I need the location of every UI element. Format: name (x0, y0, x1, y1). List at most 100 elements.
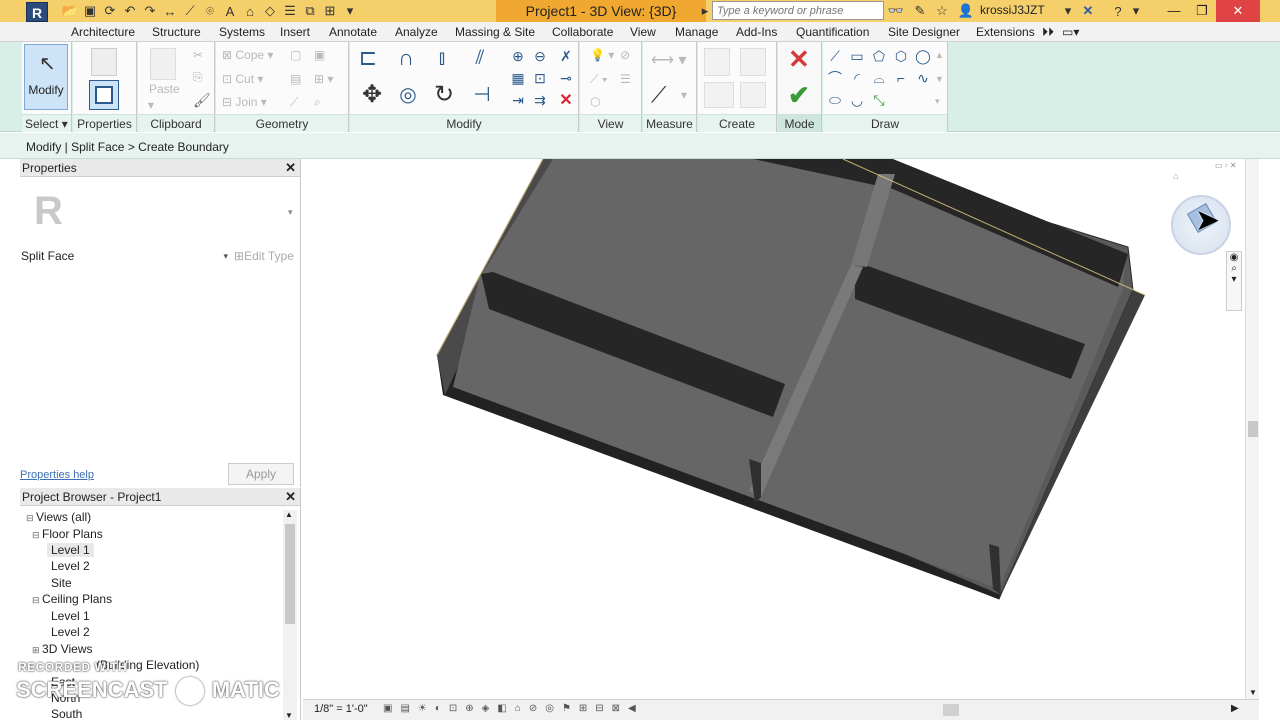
draw-expand-icon[interactable]: ▾ (935, 96, 940, 107)
apply-button[interactable]: Apply (228, 463, 294, 485)
pin-icon[interactable]: ⊸ (556, 68, 576, 88)
tag-icon[interactable]: ⌾ (202, 3, 218, 19)
customize-qa-icon[interactable]: ▾ (342, 3, 358, 19)
help-icon[interactable]: ? (1110, 3, 1126, 19)
3d-model-canvas[interactable] (303, 159, 1245, 699)
open-icon[interactable]: 📂 (62, 3, 78, 19)
switch-windows-icon[interactable]: ⊞ (322, 3, 338, 19)
create-parts-icon[interactable] (704, 82, 734, 108)
offset-icon[interactable]: ∩ (396, 45, 416, 70)
tab-massing-site[interactable]: Massing & Site (455, 25, 535, 39)
tree-floor-plans[interactable]: ⊟ Floor Plans (32, 527, 103, 541)
type-properties-icon[interactable] (91, 48, 117, 76)
tree-ceiling-level-1[interactable]: Level 1 (51, 609, 90, 623)
tree-ceiling-level-2[interactable]: Level 2 (51, 625, 90, 639)
copy-element-icon[interactable]: ◎ (398, 84, 418, 106)
paste-icon[interactable] (150, 48, 176, 80)
properties-icon[interactable] (89, 80, 119, 110)
horizontal-scroll-thumb[interactable] (943, 704, 959, 716)
expand-arrow-icon[interactable]: ▸ (697, 3, 713, 19)
close-button[interactable]: ✕ (1216, 0, 1260, 22)
properties-help-link[interactable]: Properties help (20, 469, 94, 481)
paint-icon[interactable]: ▣ (314, 48, 325, 62)
hide-icon[interactable]: 💡 ▾ (590, 48, 614, 62)
array-icon[interactable]: ▦ (508, 68, 528, 88)
circumscribed-polygon-icon[interactable]: ⬡ (891, 46, 911, 66)
subscription-icon[interactable]: ✎ (912, 3, 928, 19)
tab-analyze[interactable]: Analyze (395, 25, 438, 39)
select-dropdown[interactable]: Select ▾ (22, 114, 71, 132)
text-icon[interactable]: A (222, 3, 238, 19)
more-tabs-icon[interactable]: ⏵⏵ (1042, 25, 1054, 40)
browser-scroll-thumb[interactable] (285, 524, 295, 624)
beam-icon[interactable]: ⟋ (290, 95, 298, 110)
start-end-arc-icon[interactable]: ⌒ (825, 68, 845, 88)
scale-icon[interactable]: ⊡ (530, 68, 550, 88)
viewport-scroll-thumb[interactable] (1248, 421, 1258, 437)
pick-lines-icon[interactable]: ⤡ (869, 90, 889, 110)
3d-view-icon[interactable]: ⌂ (242, 3, 258, 19)
thin-lines-icon[interactable]: ☰ (282, 3, 298, 19)
browser-scrollbar[interactable]: ▲ ▼ (283, 510, 297, 720)
zoom-icon[interactable]: ⌕ (1227, 263, 1241, 274)
tree-floor-level-2[interactable]: Level 2 (51, 559, 90, 573)
extend-icon[interactable]: ⇥ (508, 90, 528, 110)
split-gap-icon[interactable]: ⊖ (530, 46, 550, 66)
cope-button[interactable]: ⊠ Cope ▾ (222, 48, 273, 62)
mirror-axis-icon[interactable]: ⫾ (432, 47, 452, 69)
type-filter-select[interactable]: Split Face ▾ (20, 247, 230, 265)
properties-close-icon[interactable]: ✕ (285, 159, 296, 177)
viewport-scroll-down-icon[interactable]: ▼ (1249, 688, 1257, 697)
dimension-icon[interactable]: ⟋ (182, 3, 198, 19)
join-button[interactable]: ⊟ Join ▾ (222, 95, 267, 109)
finish-edit-mode-icon[interactable]: ✔ (788, 80, 810, 111)
tree-ceiling-plans[interactable]: ⊟ Ceiling Plans (32, 592, 112, 606)
linework-icon[interactable]: ⟋ ▾ (590, 72, 608, 87)
user-dropdown-icon[interactable]: ▾ (1060, 3, 1076, 19)
spline-icon[interactable]: ∿ (913, 68, 933, 88)
remove-paint-icon[interactable]: ⌕ (314, 95, 321, 110)
rectangle-icon[interactable]: ▭ (847, 46, 867, 66)
app-logo[interactable]: R (26, 2, 48, 22)
tree-floor-level-1[interactable]: Level 1 (47, 543, 94, 557)
user-icon[interactable]: 👤 (958, 3, 974, 19)
align-icon[interactable]: ⊏ (358, 45, 378, 70)
section-icon[interactable]: ◇ (262, 3, 278, 19)
tab-manage[interactable]: Manage (675, 25, 718, 39)
sync-icon[interactable]: ⟳ (102, 3, 118, 19)
close-hidden-icon[interactable]: ⧉ (302, 3, 318, 19)
tab-structure[interactable]: Structure (152, 25, 201, 39)
copy-icon[interactable]: ⎘ (193, 70, 203, 85)
fillet-arc-icon[interactable]: ⌐ (891, 68, 911, 88)
save-icon[interactable]: ▣ (82, 3, 98, 19)
override-icon[interactable]: ⊘ (620, 48, 630, 62)
browser-close-icon[interactable]: ✕ (285, 488, 296, 506)
view-window-controls[interactable]: ▭ ▫ ✕ (1215, 161, 1237, 170)
browser-scroll-up-icon[interactable]: ▲ (285, 510, 293, 519)
create-group-icon[interactable] (704, 48, 730, 76)
mirror-draw-icon[interactable]: ⫽ (470, 47, 490, 69)
center-ends-arc-icon[interactable]: ◜ (847, 68, 867, 88)
extend-multi-icon[interactable]: ⇉ (530, 90, 550, 110)
user-name[interactable]: krossiJ3JZT (980, 3, 1045, 17)
search-input[interactable] (712, 1, 884, 20)
tab-insert[interactable]: Insert (280, 25, 310, 39)
ribbon-toggle-icon[interactable]: ▭▾ (1062, 25, 1079, 39)
cut-icon[interactable]: ✂ (193, 48, 203, 62)
browser-scroll-down-icon[interactable]: ▼ (285, 711, 293, 720)
3d-viewport[interactable]: ⌂ ➤ ◉ ⌕ ▾ ▭ ▫ ✕ (303, 159, 1245, 699)
inscribed-polygon-icon[interactable]: ⬠ (869, 46, 889, 66)
create-assembly-icon[interactable] (740, 48, 766, 76)
partial-ellipse-icon[interactable]: ◡ (847, 90, 867, 110)
tree-3d-views[interactable]: ⊞ 3D Views (32, 642, 93, 656)
undo-icon[interactable]: ↶ (122, 3, 138, 19)
aligned-dimension-icon[interactable]: ⟋ (651, 82, 666, 108)
help-dropdown-icon[interactable]: ▾ (1128, 3, 1144, 19)
restore-button[interactable]: ❐ (1186, 0, 1218, 22)
split-face-icon[interactable]: ▢ (290, 48, 301, 62)
match-properties-icon[interactable]: 🖌 (193, 92, 211, 109)
split-icon[interactable]: ⊕ (508, 46, 528, 66)
line-icon[interactable]: ⟋ (825, 46, 845, 66)
edit-type-button[interactable]: ⊞Edit Type (234, 247, 294, 265)
exchange-apps-icon[interactable]: ✕ (1080, 3, 1096, 19)
